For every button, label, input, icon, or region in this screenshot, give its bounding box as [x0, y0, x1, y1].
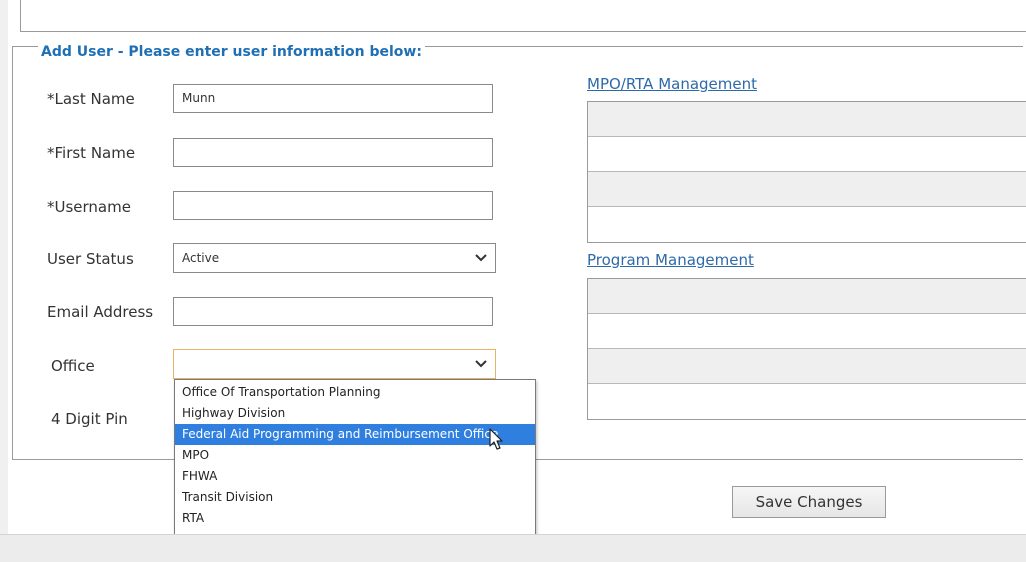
- user-status-value: Active: [182, 251, 220, 265]
- chevron-down-icon: [475, 360, 487, 368]
- grid-row: [588, 207, 1026, 242]
- office-option[interactable]: RTA: [175, 508, 535, 529]
- office-option-highlighted[interactable]: Federal Aid Programming and Reimbursemen…: [175, 424, 535, 445]
- username-input[interactable]: [173, 191, 493, 220]
- grid-row: [588, 384, 1026, 419]
- office-label: Office: [51, 357, 95, 375]
- last-name-label: *Last Name: [47, 90, 135, 108]
- grid-row: [588, 314, 1026, 349]
- grid-row: [588, 172, 1026, 207]
- mpo-rta-management-link[interactable]: MPO/RTA Management: [587, 75, 757, 93]
- grid-row: [588, 137, 1026, 172]
- username-label: *Username: [47, 198, 131, 216]
- office-option[interactable]: Highway Division: [175, 403, 535, 424]
- mouse-pointer-icon: [489, 428, 503, 450]
- bottom-strip: [0, 534, 1026, 562]
- office-option[interactable]: MPO: [175, 445, 535, 466]
- office-select[interactable]: [173, 349, 496, 379]
- user-status-select[interactable]: Active: [173, 243, 496, 273]
- office-dropdown-list[interactable]: Office Of Transportation Planning Highwa…: [174, 379, 536, 551]
- first-name-input[interactable]: [173, 138, 493, 167]
- save-changes-button[interactable]: Save Changes: [732, 486, 886, 518]
- program-grid: [587, 278, 1026, 420]
- top-panel: [20, 0, 1026, 32]
- office-option[interactable]: FHWA: [175, 466, 535, 487]
- program-management-link[interactable]: Program Management: [587, 251, 754, 269]
- mpo-rta-grid: [587, 101, 1026, 243]
- fieldset-legend: Add User - Please enter user information…: [38, 44, 425, 60]
- chevron-down-icon: [475, 254, 487, 262]
- first-name-label: *First Name: [47, 144, 136, 162]
- email-input[interactable]: [173, 297, 493, 326]
- email-label: Email Address: [47, 303, 154, 321]
- office-option[interactable]: Office Of Transportation Planning: [175, 382, 535, 403]
- grid-row: [588, 349, 1026, 384]
- user-status-label: User Status: [47, 250, 134, 268]
- office-option[interactable]: Transit Division: [175, 487, 535, 508]
- pin-label: 4 Digit Pin: [51, 410, 128, 428]
- last-name-input[interactable]: Munn: [173, 84, 493, 113]
- grid-row: [588, 279, 1026, 314]
- grid-row: [588, 102, 1026, 137]
